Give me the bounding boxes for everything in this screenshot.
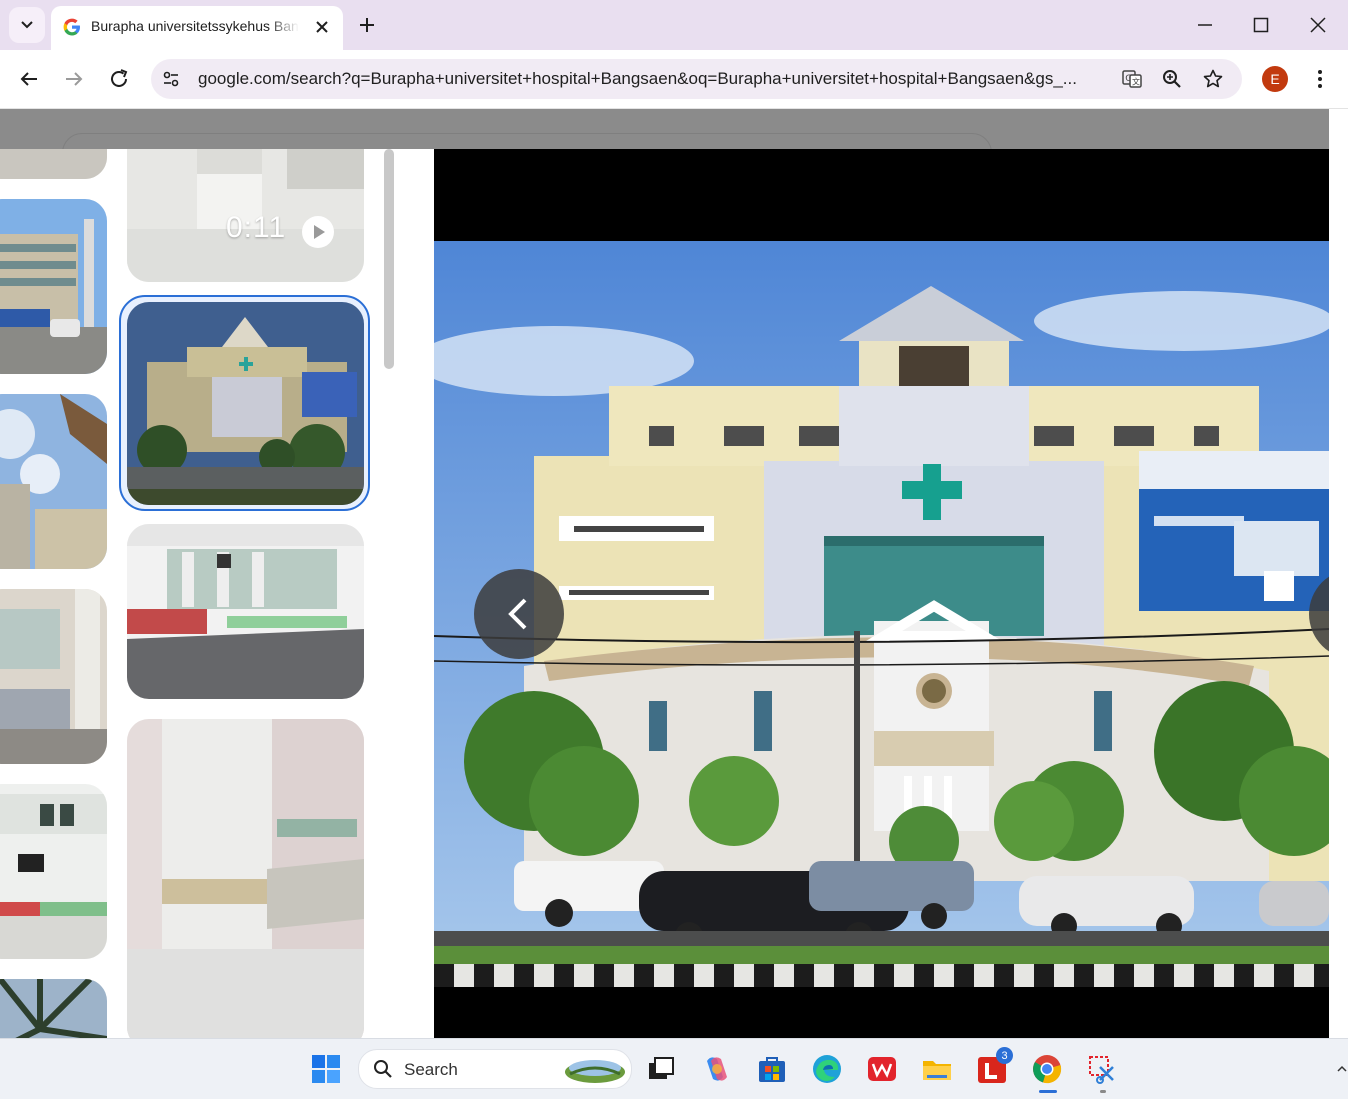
svg-text:文: 文 <box>1132 77 1140 87</box>
play-icon <box>302 216 334 248</box>
video-thumbnail[interactable]: 0:11 <box>127 149 364 282</box>
translate-icon[interactable]: G 文 <box>1121 68 1143 90</box>
bookmark-star-icon[interactable] <box>1202 68 1224 90</box>
dimmed-search-header <box>0 109 1329 175</box>
new-tab-icon[interactable] <box>356 14 378 36</box>
chevron-down-icon <box>21 21 33 29</box>
forward-icon[interactable] <box>62 67 86 91</box>
back-icon[interactable] <box>17 67 41 91</box>
hospital-photo <box>434 241 1329 987</box>
site-settings-icon[interactable] <box>161 69 181 89</box>
thumbnail[interactable] <box>0 979 107 1038</box>
chevron-left-icon <box>508 598 527 630</box>
minimize-icon[interactable] <box>1194 14 1216 36</box>
image-thumbnail-panel: 0:11 <box>0 149 434 1038</box>
zoom-icon[interactable] <box>1161 68 1183 90</box>
thumbnail[interactable] <box>0 394 107 569</box>
windows-taskbar: Search 3 <box>0 1038 1348 1099</box>
more-menu-icon[interactable] <box>1308 67 1332 91</box>
maximize-icon[interactable] <box>1250 14 1272 36</box>
thumbnail[interactable] <box>0 784 107 959</box>
chevron-up-icon[interactable] <box>1336 1063 1348 1075</box>
video-duration: 0:11 <box>226 211 287 244</box>
thumbnail[interactable] <box>0 199 107 374</box>
thumbnail[interactable] <box>0 589 107 764</box>
notification-badge: 3 <box>996 1047 1013 1064</box>
close-tab-icon[interactable] <box>313 18 331 36</box>
task-view-icon[interactable] <box>645 1053 677 1085</box>
browser-toolbar: google.com/search?q=Burapha+universitet+… <box>0 50 1348 109</box>
page-viewport: 0:11 <box>0 109 1329 1038</box>
active-tab[interactable]: Burapha universitetssykehus Bangsaen <box>51 6 343 50</box>
thumbnail[interactable] <box>0 149 107 179</box>
search-highlight-icon <box>565 1060 625 1083</box>
chrome-icon[interactable] <box>1031 1053 1063 1085</box>
panel-scrollbar[interactable] <box>384 149 394 369</box>
tab-title: Burapha universitetssykehus Bangsaen <box>91 18 299 34</box>
previous-image-button[interactable] <box>474 569 564 659</box>
thumbnail[interactable] <box>127 524 364 699</box>
address-bar[interactable]: google.com/search?q=Burapha+universitet+… <box>151 59 1242 99</box>
search-icon <box>374 1060 392 1078</box>
url-text[interactable]: google.com/search?q=Burapha+universitet+… <box>198 69 1113 91</box>
running-app-indicator <box>1100 1090 1106 1093</box>
file-explorer-icon[interactable] <box>921 1053 953 1085</box>
taskbar-search-label: Search <box>404 1060 458 1079</box>
windows-start-icon[interactable] <box>310 1053 342 1085</box>
thumbnail[interactable] <box>127 719 364 1038</box>
image-viewer <box>434 149 1329 1038</box>
microsoft-store-icon[interactable] <box>756 1053 788 1085</box>
selected-thumbnail[interactable] <box>127 302 364 505</box>
taskbar-search-box[interactable]: Search <box>358 1049 632 1089</box>
profile-avatar[interactable]: E <box>1262 66 1288 92</box>
reload-icon[interactable] <box>107 67 131 91</box>
edge-icon[interactable] <box>811 1053 843 1085</box>
snipping-tool-icon[interactable] <box>1086 1053 1118 1085</box>
tab-search-button[interactable] <box>9 7 45 43</box>
close-window-icon[interactable] <box>1307 14 1329 36</box>
wps-office-icon[interactable] <box>866 1053 898 1085</box>
active-app-indicator <box>1039 1090 1057 1093</box>
copilot-icon[interactable] <box>701 1053 733 1085</box>
tab-strip: Burapha universitetssykehus Bangsaen <box>0 0 1348 50</box>
google-icon <box>63 18 80 36</box>
